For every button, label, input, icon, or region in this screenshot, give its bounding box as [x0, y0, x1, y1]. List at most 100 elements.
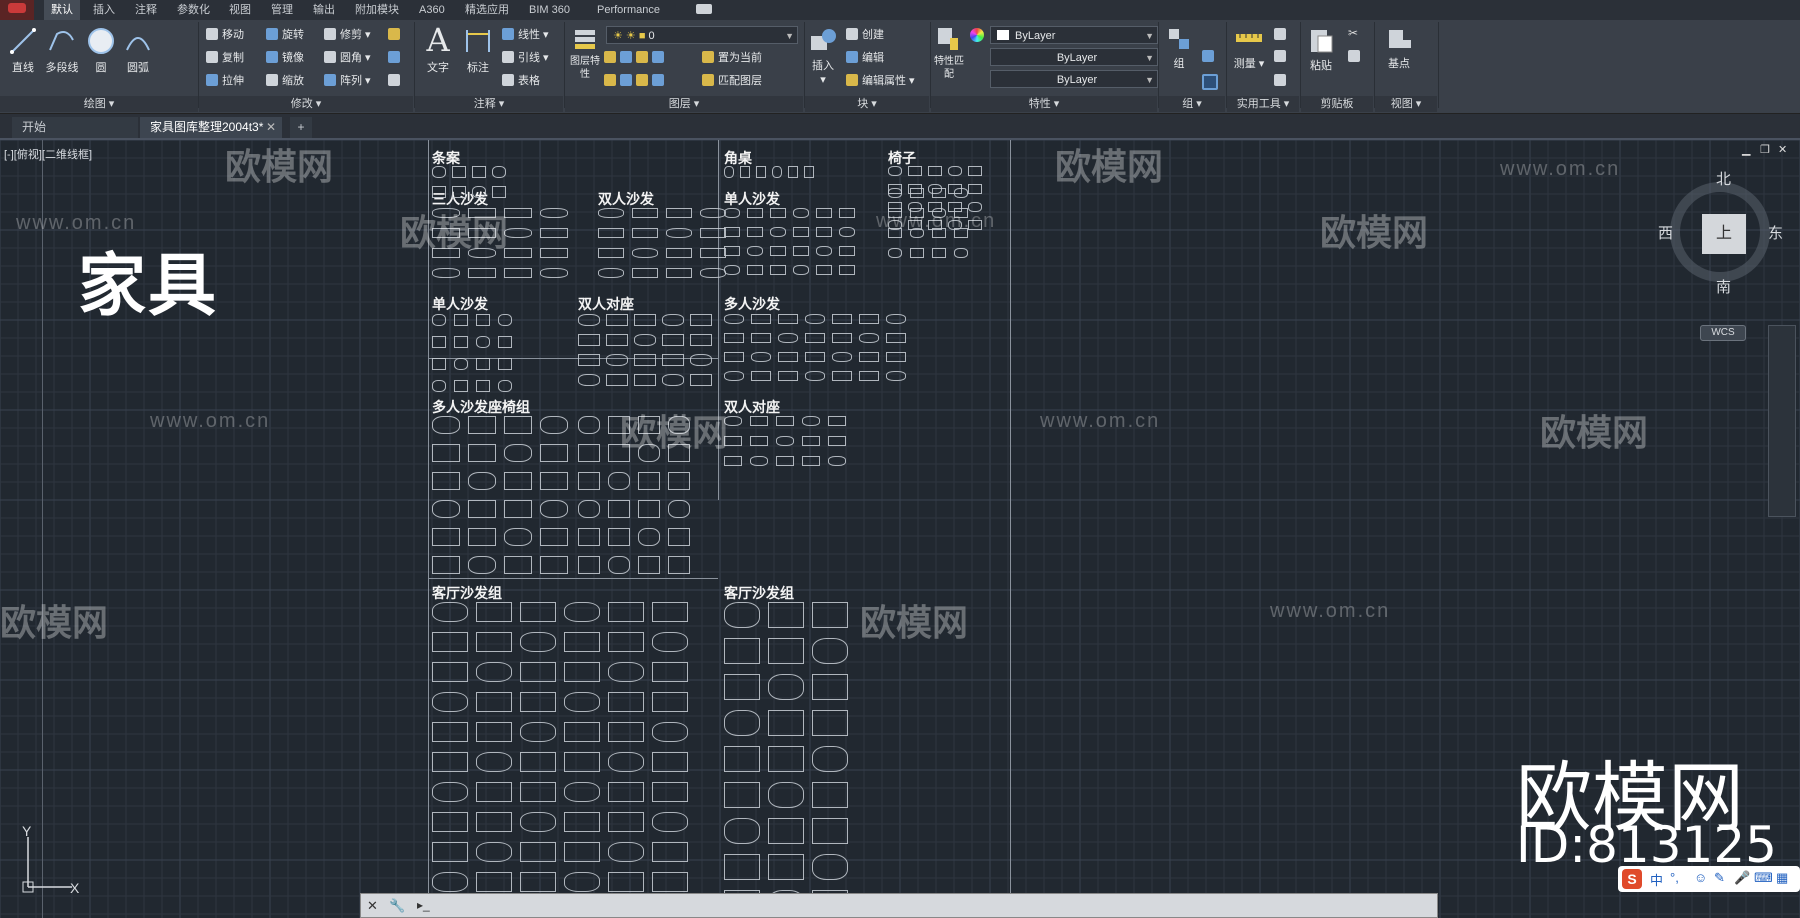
furniture-block[interactable]	[432, 722, 468, 742]
furniture-block[interactable]	[802, 416, 820, 426]
furniture-block[interactable]	[750, 456, 768, 466]
furniture-block[interactable]	[776, 456, 794, 466]
furniture-block[interactable]	[859, 352, 879, 362]
draw-panel-title[interactable]: 绘图 ▾	[0, 96, 198, 112]
furniture-block[interactable]	[750, 436, 768, 446]
command-line[interactable]: ✕ 🔧 ▸_	[360, 893, 1438, 918]
grid-menu-icon[interactable]: ▦	[1776, 870, 1788, 886]
furniture-block[interactable]	[778, 371, 798, 381]
tab-start[interactable]: 开始	[12, 117, 138, 138]
wrench-icon[interactable]: 🔧	[389, 898, 405, 914]
furniture-block[interactable]	[476, 314, 490, 326]
furniture-block[interactable]	[520, 872, 556, 892]
furniture-block[interactable]	[564, 692, 600, 712]
furniture-block[interactable]	[805, 333, 825, 343]
furniture-block[interactable]	[432, 692, 468, 712]
furniture-block[interactable]	[724, 638, 760, 664]
furniture-block[interactable]	[724, 352, 744, 362]
furniture-block[interactable]	[747, 227, 763, 237]
furniture-block[interactable]	[520, 602, 556, 622]
furniture-block[interactable]	[778, 352, 798, 362]
stretch-button[interactable]: 拉伸	[206, 72, 244, 90]
furniture-block[interactable]	[468, 528, 496, 546]
furniture-block[interactable]	[468, 444, 496, 462]
furniture-block[interactable]	[768, 818, 804, 844]
furniture-block[interactable]	[598, 228, 624, 238]
close-icon[interactable]: ✕	[367, 898, 378, 914]
furniture-block[interactable]	[540, 500, 568, 518]
furniture-block[interactable]	[768, 746, 804, 772]
ime-toolbar[interactable]: S 中 °, ☺ ✎ 🎤 ⌨ ▦	[1618, 866, 1800, 892]
furniture-block[interactable]	[859, 371, 879, 381]
furniture-block[interactable]	[504, 500, 532, 518]
circle-button[interactable]: 圆	[86, 26, 116, 75]
tab-drawing-file[interactable]: 家具图库整理2004t3* ✕	[140, 117, 282, 138]
furniture-block[interactable]	[839, 208, 855, 218]
viewport-minimize-icon[interactable]: ▁	[1742, 143, 1750, 156]
furniture-block[interactable]	[504, 556, 532, 574]
furniture-block[interactable]	[793, 208, 809, 218]
furniture-block[interactable]	[724, 602, 760, 628]
quickselect-icon[interactable]	[1274, 28, 1286, 40]
furniture-block[interactable]	[608, 632, 644, 652]
furniture-block[interactable]	[432, 872, 468, 892]
tab-parametric[interactable]: 参数化	[170, 0, 217, 20]
furniture-block[interactable]	[816, 265, 832, 275]
new-tab-button[interactable]: +	[290, 117, 312, 138]
furniture-block[interactable]	[652, 872, 688, 892]
furniture-block[interactable]	[564, 632, 600, 652]
furniture-block[interactable]	[476, 380, 490, 392]
furniture-block[interactable]	[832, 333, 852, 343]
furniture-block[interactable]	[608, 752, 644, 772]
tab-addins[interactable]: 附加模块	[348, 0, 406, 20]
furniture-block[interactable]	[476, 692, 512, 712]
furniture-block[interactable]	[724, 854, 760, 880]
furniture-block[interactable]	[859, 314, 879, 324]
furniture-block[interactable]	[652, 782, 688, 802]
furniture-block[interactable]	[432, 444, 460, 462]
furniture-block[interactable]	[832, 314, 852, 324]
compass-south[interactable]: 南	[1716, 276, 1731, 297]
furniture-block[interactable]	[634, 334, 656, 346]
furniture-block[interactable]	[498, 314, 512, 326]
furniture-block[interactable]	[652, 752, 688, 772]
furniture-block[interactable]	[638, 472, 660, 490]
ungroup-icon[interactable]	[1202, 50, 1214, 62]
furniture-block[interactable]	[578, 374, 600, 386]
furniture-block[interactable]	[768, 854, 804, 880]
furniture-block[interactable]	[747, 208, 763, 218]
furniture-block[interactable]	[504, 444, 532, 462]
furniture-block[interactable]	[828, 456, 846, 466]
furniture-block[interactable]	[668, 500, 690, 518]
furniture-block[interactable]	[839, 265, 855, 275]
navigation-bar[interactable]	[1768, 325, 1796, 517]
furniture-block[interactable]	[812, 854, 848, 880]
furniture-block[interactable]	[578, 528, 600, 546]
furniture-block[interactable]	[476, 722, 512, 742]
furniture-block[interactable]	[468, 500, 496, 518]
microphone-icon[interactable]: 🎤	[1734, 870, 1750, 886]
furniture-block[interactable]	[812, 638, 848, 664]
copy-button[interactable]: 复制	[206, 49, 244, 67]
edit-attributes-button[interactable]: 编辑属性 ▾	[846, 72, 915, 90]
furniture-block[interactable]	[700, 248, 726, 258]
furniture-block[interactable]	[839, 246, 855, 256]
viewport-restore-icon[interactable]: ❐	[1760, 143, 1770, 156]
furniture-block[interactable]	[432, 268, 460, 278]
furniture-block[interactable]	[652, 632, 688, 652]
edit-block-button[interactable]: 编辑	[846, 49, 884, 67]
furniture-block[interactable]	[492, 166, 506, 178]
furniture-block[interactable]	[932, 248, 946, 258]
furniture-block[interactable]	[520, 722, 556, 742]
furniture-block[interactable]	[468, 268, 496, 278]
furniture-block[interactable]	[816, 227, 832, 237]
furniture-block[interactable]	[747, 265, 763, 275]
furniture-block[interactable]	[888, 248, 902, 258]
furniture-block[interactable]	[606, 374, 628, 386]
layers-panel-title[interactable]: 图层 ▾	[565, 96, 803, 112]
furniture-block[interactable]	[768, 674, 804, 700]
furniture-block[interactable]	[540, 228, 568, 238]
furniture-block[interactable]	[492, 186, 506, 198]
furniture-block[interactable]	[652, 692, 688, 712]
furniture-block[interactable]	[662, 334, 684, 346]
